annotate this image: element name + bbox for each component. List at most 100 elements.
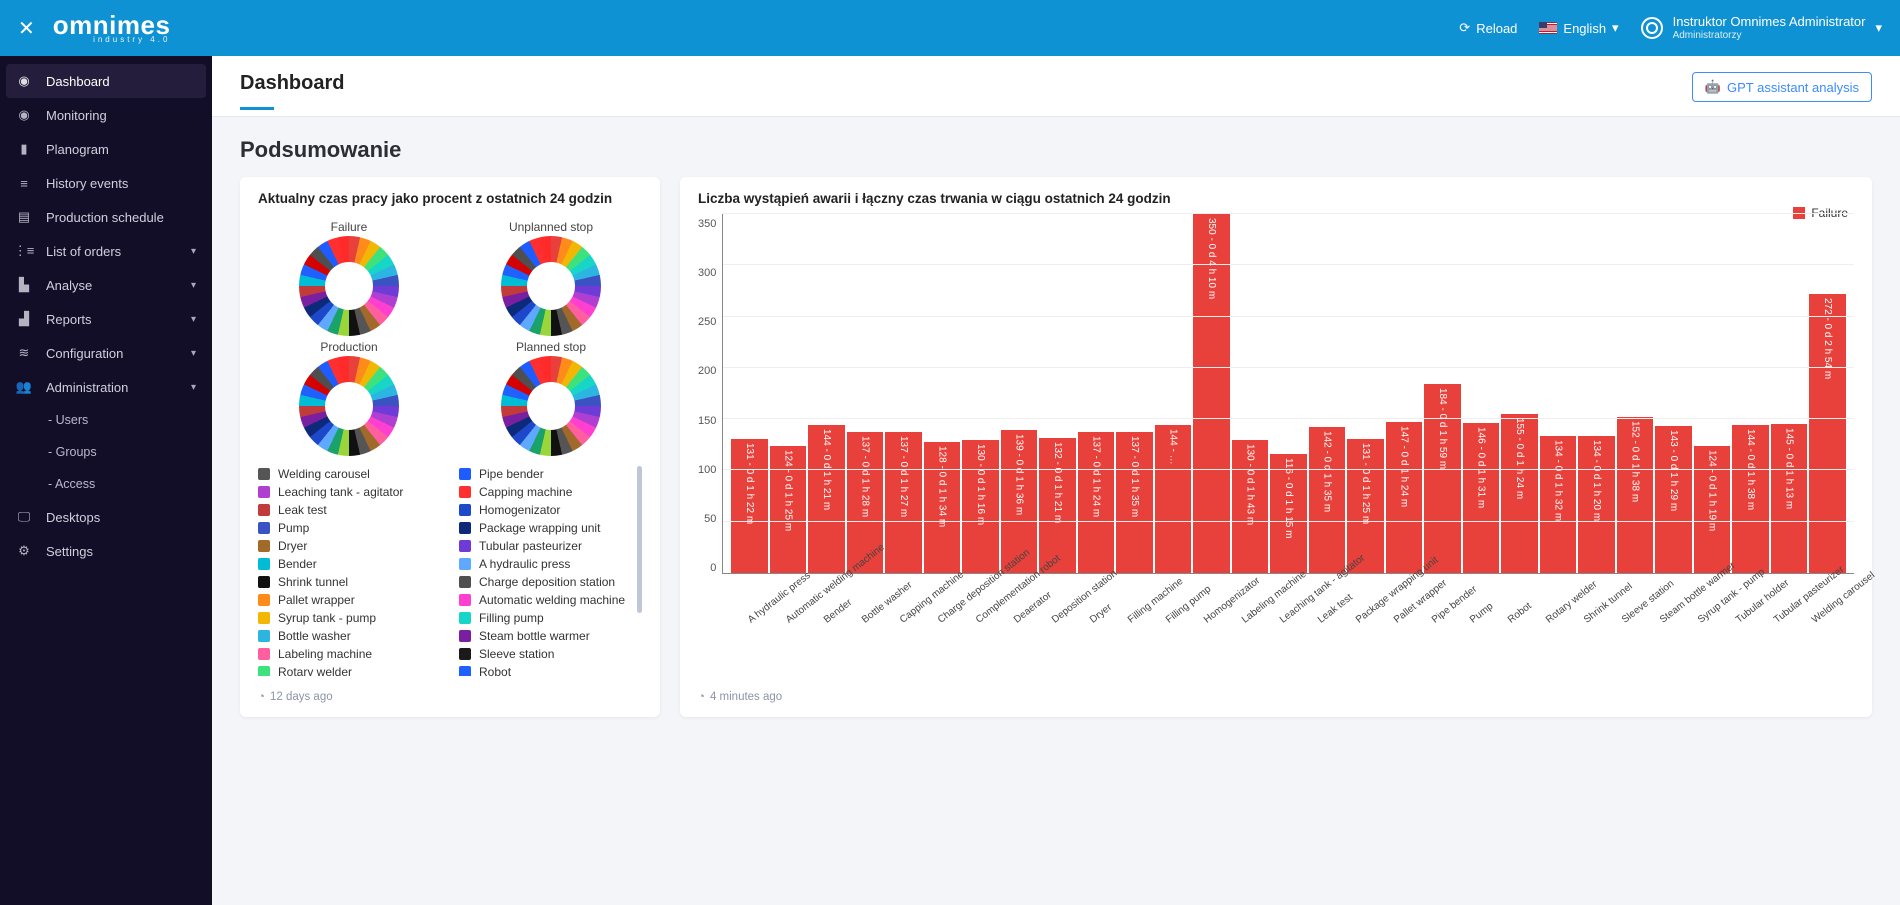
legend-item[interactable]: Tubular pasteurizer [459, 538, 642, 554]
legend-item[interactable]: Welding carousel [258, 466, 441, 482]
chart-bar[interactable]: 155 - 0 d 1 h 24 m [1501, 414, 1538, 573]
legend-swatch [258, 486, 270, 498]
chart-bar[interactable]: 134 - 0 d 1 h 32 m [1540, 436, 1577, 573]
legend-item[interactable]: Capping machine [459, 484, 642, 500]
calendar-icon: ▤ [16, 209, 32, 225]
legend-item[interactable]: Labeling machine [258, 646, 441, 662]
sidebar-item-reports[interactable]: ▟ Reports▾ [0, 302, 212, 336]
chart-bar[interactable]: 132 - 0 d 1 h 21 m [1039, 438, 1076, 573]
legend-item[interactable]: Charge deposition station [459, 574, 642, 590]
sidebar-item-label: Configuration [46, 346, 123, 361]
bar-value-label: 132 - 0 d 1 h 21 m [1052, 442, 1063, 523]
donut-title: Unplanned stop [509, 220, 593, 234]
legend-item[interactable]: Automatic welding machine [459, 592, 642, 608]
donut-chart[interactable] [501, 356, 601, 456]
legend-item[interactable]: Pipe bender [459, 466, 642, 482]
legend-item[interactable]: Shrink tunnel [258, 574, 441, 590]
close-icon[interactable]: ✕ [18, 16, 35, 41]
sidebar-subitem[interactable]: - Access [0, 468, 212, 500]
chart-bar[interactable]: 146 - 0 d 1 h 31 m [1463, 423, 1500, 573]
legend-item[interactable]: Leak test [258, 502, 441, 518]
sidebar-item-production-schedule[interactable]: ▤ Production schedule [0, 200, 212, 234]
donut-title: Failure [331, 220, 368, 234]
gauge-icon: ◉ [16, 73, 32, 89]
legend-swatch [258, 522, 270, 534]
legend-item[interactable]: Dryer [258, 538, 441, 554]
sidebar-subitem[interactable]: - Users [0, 404, 212, 436]
chart-bar[interactable]: 144 - 0 d 1 h 21 m [808, 425, 845, 573]
flag-icon [1539, 22, 1557, 34]
sidebar-item-dashboard[interactable]: ◉ Dashboard [6, 64, 206, 98]
chart-bar[interactable]: 147 - 0 d 1 h 24 m [1386, 422, 1423, 573]
chart-bar[interactable]: 116 - 0 d 1 h 15 m [1270, 454, 1307, 573]
legend-item[interactable]: Leaching tank - agitator [258, 484, 441, 500]
sidebar-item-monitoring[interactable]: ◉ Monitoring [0, 98, 212, 132]
chart-bar[interactable]: 144 - 0 d 1 h 38 m [1732, 425, 1769, 573]
y-tick: 150 [698, 415, 716, 427]
gpt-assistant-button[interactable]: 🤖 GPT assistant analysis [1692, 72, 1872, 102]
eye-icon: ◉ [16, 107, 32, 123]
chart-bar[interactable]: 131 - 0 d 1 h 22 m [731, 439, 768, 573]
user-icon [1641, 17, 1663, 39]
chart-bar[interactable]: 184 - 0 d 1 h 59 m [1424, 384, 1461, 573]
donut-chart[interactable] [299, 236, 399, 336]
legend-swatch [459, 468, 471, 480]
chart-bar[interactable]: 145 - 0 d 1 h 13 m [1771, 424, 1808, 573]
brand-logo[interactable]: omnimes industry 4.0 [53, 12, 171, 44]
legend-item[interactable]: A hydraulic press [459, 556, 642, 572]
chart-bar[interactable]: 131 - 0 d 1 h 25 m [1347, 439, 1384, 573]
legend-item[interactable]: Robot [459, 664, 642, 676]
reload-button[interactable]: ⟳ Reload [1459, 20, 1517, 36]
chart-bar[interactable]: 152 - 0 d 1 h 38 m [1617, 417, 1654, 573]
sidebar-item-list-of-orders[interactable]: ⋮≡ List of orders▾ [0, 234, 212, 268]
chart-bar[interactable]: 128 - 0 d 1 h 34 m [924, 442, 961, 573]
legend-item[interactable]: Sleeve station [459, 646, 642, 662]
sidebar-subitem[interactable]: - Groups [0, 436, 212, 468]
legend-item[interactable]: Package wrapping unit [459, 520, 642, 536]
chart-bar[interactable]: 144 - … [1155, 425, 1192, 573]
chart-bar[interactable]: 137 - 0 d 1 h 27 m [885, 432, 922, 573]
chart-bar[interactable]: 130 - 0 d 1 h 43 m [1232, 440, 1269, 573]
sidebar-item-desktops[interactable]: 🖵 Desktops [0, 500, 212, 534]
donut-chart[interactable] [299, 356, 399, 456]
donut-chart[interactable] [501, 236, 601, 336]
y-tick: 300 [698, 267, 716, 279]
legend-label: Charge deposition station [479, 575, 615, 589]
sidebar: ◉ Dashboard◉ Monitoring▮ Planogram≡ Hist… [0, 56, 212, 905]
chart-bar[interactable]: 124 - 0 d 1 h 19 m [1694, 446, 1731, 573]
legend-scroll[interactable]: Welding carousel Pipe bender Leaching ta… [258, 466, 642, 676]
bar-value-label: 134 - 0 d 1 h 20 m [1591, 440, 1602, 521]
chart-bar[interactable]: 142 - 0 d 1 h 35 m [1309, 427, 1346, 573]
chart-bar[interactable]: 350 - 0 d 4 h 10 m [1193, 214, 1230, 573]
legend-item[interactable]: Bottle washer [258, 628, 441, 644]
legend-item[interactable]: Rotary welder [258, 664, 441, 676]
chart-bar[interactable]: 124 - 0 d 1 h 25 m [770, 446, 807, 573]
chart-bar[interactable]: 134 - 0 d 1 h 20 m [1578, 436, 1615, 573]
topbar: ✕ omnimes industry 4.0 ⟳ Reload English … [0, 0, 1900, 56]
language-select[interactable]: English ▾ [1539, 20, 1618, 36]
chart-bar[interactable]: 137 - 0 d 1 h 24 m [1078, 432, 1115, 573]
chart-bar[interactable]: 137 - 0 d 1 h 35 m [1116, 432, 1153, 573]
legend-item[interactable]: Bender [258, 556, 441, 572]
chart-bar[interactable]: 143 - 0 d 1 h 29 m [1655, 426, 1692, 573]
chevron-down-icon: ▾ [191, 348, 196, 359]
legend-item[interactable]: Syrup tank - pump [258, 610, 441, 626]
chart-bar[interactable]: 272 - 0 d 2 h 54 m [1809, 294, 1846, 573]
sidebar-item-configuration[interactable]: ≋ Configuration▾ [0, 336, 212, 370]
chart-bar[interactable]: 130 - 0 d 1 h 16 m [962, 440, 999, 573]
legend-label: Shrink tunnel [278, 575, 348, 589]
sidebar-item-administration[interactable]: 👥 Administration▾ [0, 370, 212, 404]
sidebar-item-planogram[interactable]: ▮ Planogram [0, 132, 212, 166]
legend-item[interactable]: Pallet wrapper [258, 592, 441, 608]
sidebar-item-settings[interactable]: ⚙ Settings [0, 534, 212, 568]
user-menu[interactable]: Instruktor Omnimes Administrator Adminis… [1641, 15, 1882, 41]
sidebar-item-analyse[interactable]: ▙ Analyse▾ [0, 268, 212, 302]
sidebar-item-history-events[interactable]: ≡ History events [0, 166, 212, 200]
users-icon: 👥 [16, 379, 32, 395]
bar-value-label: 130 - 0 d 1 h 43 m [1245, 444, 1256, 525]
legend-item[interactable]: Steam bottle warmer [459, 628, 642, 644]
legend-item[interactable]: Homogenizator [459, 502, 642, 518]
legend-item[interactable]: Filling pump [459, 610, 642, 626]
card-footer-text: 4 minutes ago [710, 691, 782, 703]
legend-item[interactable]: Pump [258, 520, 441, 536]
